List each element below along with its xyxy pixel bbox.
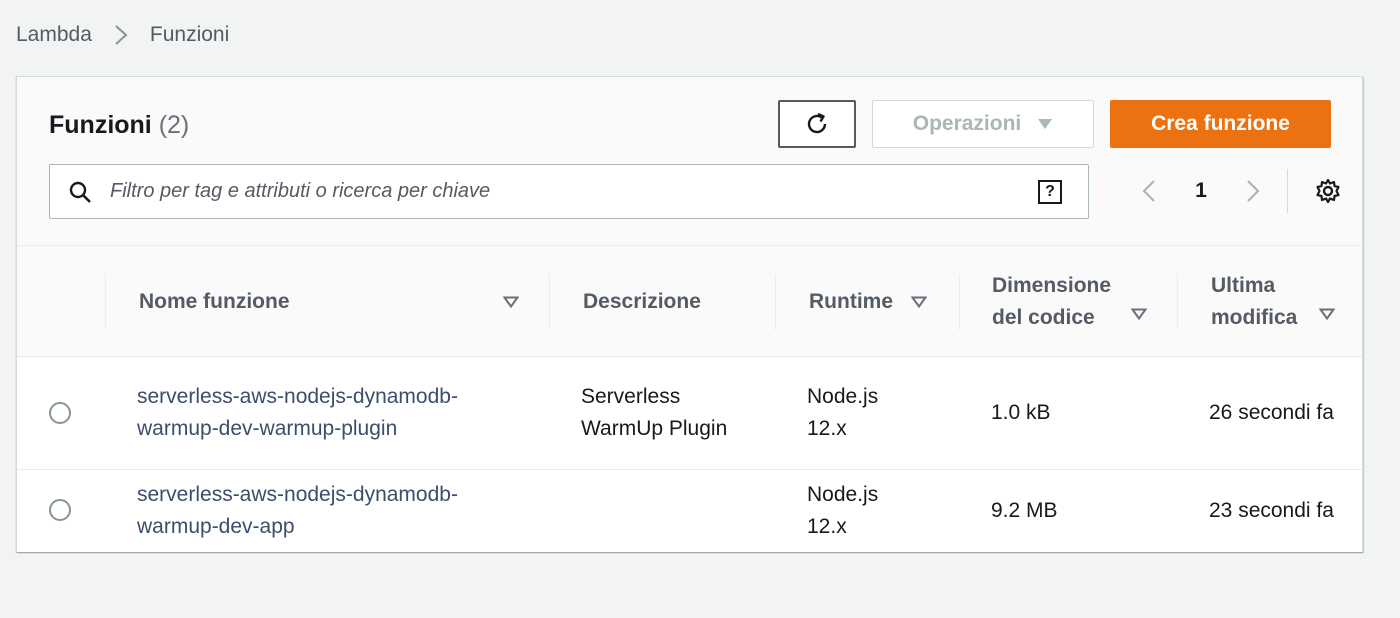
sort-caret-icon <box>1319 308 1335 320</box>
table-header: Nome funzione Descrizione Runtime Dimens… <box>17 245 1362 357</box>
column-header-name[interactable]: Nome funzione <box>139 246 519 358</box>
column-header-label: Runtime <box>809 290 893 313</box>
breadcrumb-current: Funzioni <box>149 23 230 46</box>
column-header-last-modified[interactable]: Ultima modifica <box>1211 246 1335 358</box>
table-row[interactable]: serverless-aws-nodejs-dynamodb-warmup-de… <box>17 357 1362 470</box>
sort-caret-icon <box>911 296 927 308</box>
function-count: (2) <box>158 111 190 139</box>
search-input[interactable] <box>110 180 1038 203</box>
function-code-size: 1.0 kB <box>991 401 1051 424</box>
function-name-link[interactable]: serverless-aws-nodejs-dynamodb-warmup-de… <box>137 357 507 469</box>
search-icon <box>50 180 110 204</box>
chevron-left-icon[interactable] <box>1127 169 1171 213</box>
column-divider <box>1177 274 1178 330</box>
function-runtime: Node.js 12.x <box>807 385 879 440</box>
column-header-label: Ultima modifica <box>1211 274 1298 329</box>
chevron-right-icon <box>92 24 150 46</box>
breadcrumb-lambda-link[interactable]: Lambda <box>16 23 92 47</box>
breadcrumb: Lambda Funzioni <box>16 18 229 52</box>
column-header-label: Descrizione <box>583 290 701 313</box>
function-runtime: Node.js 12.x <box>807 483 879 538</box>
function-code-size: 9.2 MB <box>991 499 1058 522</box>
panel-header: Funzioni (2) Operazioni Crea funzione ? <box>17 77 1362 245</box>
table-row[interactable]: serverless-aws-nodejs-dynamodb-warmup-de… <box>17 470 1362 552</box>
row-select-radio[interactable] <box>49 402 71 424</box>
create-function-button[interactable]: Crea funzione <box>1110 100 1331 148</box>
pagination: 1 <box>1127 169 1348 213</box>
page-title: Funzioni (2) <box>49 111 189 140</box>
refresh-icon <box>807 112 827 134</box>
function-last-modified: 26 secondi fa <box>1209 401 1334 424</box>
sort-caret-icon <box>1131 308 1147 320</box>
column-header-label: Nome funzione <box>139 290 290 313</box>
functions-panel: Funzioni (2) Operazioni Crea funzione ? <box>16 76 1363 552</box>
column-header-runtime[interactable]: Runtime <box>809 246 927 358</box>
column-divider <box>959 274 960 330</box>
column-divider <box>105 274 106 330</box>
create-function-label: Crea funzione <box>1151 112 1290 135</box>
title-text: Funzioni <box>49 111 152 139</box>
gear-icon[interactable] <box>1308 169 1348 213</box>
column-header-description: Descrizione <box>583 246 763 358</box>
search-field[interactable]: ? <box>49 164 1089 219</box>
actions-label: Operazioni <box>912 112 1022 135</box>
column-divider <box>775 274 776 330</box>
caret-down-icon <box>1038 119 1053 129</box>
chevron-right-icon[interactable] <box>1231 169 1275 213</box>
column-header-label: Dimensione del codice <box>992 274 1112 329</box>
column-divider <box>549 274 550 330</box>
sort-caret-icon <box>503 296 519 308</box>
pager-divider <box>1287 169 1288 213</box>
help-icon[interactable]: ? <box>1038 179 1062 204</box>
refresh-button[interactable] <box>778 100 856 148</box>
column-header-code-size[interactable]: Dimensione del codice <box>992 246 1147 358</box>
function-name-link[interactable]: serverless-aws-nodejs-dynamodb-warmup-de… <box>137 470 507 552</box>
actions-dropdown[interactable]: Operazioni <box>872 100 1094 148</box>
function-description <box>581 470 731 552</box>
row-select-radio[interactable] <box>49 499 71 521</box>
function-last-modified: 23 secondi fa <box>1209 499 1334 522</box>
function-description: Serverless WarmUp Plugin <box>581 385 728 440</box>
page-number[interactable]: 1 <box>1171 179 1231 203</box>
